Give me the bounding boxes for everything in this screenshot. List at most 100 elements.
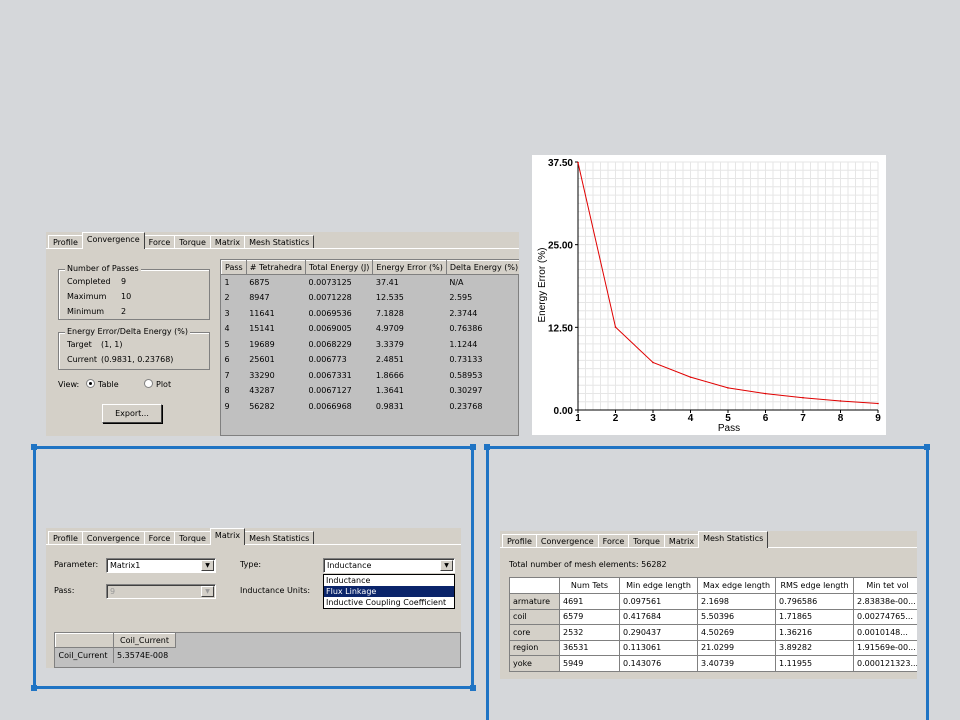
table-cell: 36531 — [559, 639, 620, 656]
table-row[interactable]: 8 43287 0.0067127 1.3641 0.30297 — [222, 383, 520, 399]
tab-matrix[interactable]: Matrix — [209, 528, 246, 545]
table-cell: 0.0069536 — [308, 308, 352, 318]
table-cell: 1.11955 — [775, 655, 854, 672]
type-option-inductance[interactable]: Inductance — [324, 575, 454, 586]
tab-matrix[interactable]: Matrix — [209, 235, 246, 249]
table-row[interactable]: core 2532 0.290437 4.50269 1.36216 0.0010148.… — [509, 624, 917, 641]
chevron-down-icon: ▼ — [201, 586, 214, 597]
column-header[interactable]: Min edge length — [619, 577, 698, 594]
view-table-radio[interactable]: Table — [86, 379, 119, 389]
chevron-down-icon[interactable]: ▼ — [440, 560, 453, 571]
table-cell: 2.3744 — [449, 308, 478, 318]
x-tick-label: 6 — [763, 413, 769, 424]
frame-handle — [924, 444, 930, 450]
row-header: core — [509, 624, 560, 641]
completed-label: Completed — [67, 277, 111, 286]
tab-force[interactable]: Force — [143, 235, 176, 249]
column-header-coil-current: Coil_Current — [113, 633, 176, 648]
total-mesh-elements: Total number of mesh elements: 56282 — [509, 560, 667, 569]
table-row[interactable]: 4 15141 0.0069005 4.9709 0.76386 — [222, 321, 520, 337]
data-point — [877, 402, 879, 405]
chevron-down-icon[interactable]: ▼ — [201, 560, 214, 571]
table-row[interactable]: 6 25601 0.006773 2.4851 0.73133 — [222, 352, 520, 368]
column-header[interactable]: RMS edge length — [775, 577, 854, 594]
x-tick-label: 9 — [875, 413, 881, 424]
maximum-value: 10 — [121, 292, 132, 301]
table-row[interactable]: 2 8947 0.0071228 12.535 2.595 — [222, 290, 520, 306]
column-header[interactable]: Min tet vol — [852, 577, 917, 594]
table-row[interactable]: region 36531 0.113061 21.0299 3.89282 1.91569… — [509, 639, 917, 656]
table-row[interactable]: coil 6579 0.417684 5.50396 1.71865 0.00274765… — [509, 608, 917, 625]
table-cell: 3.40739 — [697, 655, 776, 672]
table-row[interactable]: 9 56282 0.0066968 0.9831 0.23768 — [222, 399, 520, 415]
pass-label: Pass: — [54, 586, 75, 595]
column-header[interactable] — [509, 577, 560, 594]
table-row[interactable]: 5 19689 0.0068229 3.3379 1.1244 — [222, 337, 520, 353]
parameter-select[interactable]: Matrix1 ▼ — [106, 558, 216, 573]
passes-group: Number of Passes Completed 9 Maximum 10 … — [58, 264, 210, 320]
x-tick-label: 8 — [838, 413, 844, 424]
tab-convergence[interactable]: Convergence — [81, 232, 145, 249]
column-header[interactable]: Total Energy (J) — [304, 260, 374, 275]
table-row[interactable]: 3 11641 0.0069536 7.1828 2.3744 — [222, 306, 520, 322]
column-header[interactable]: # Tetrahedra — [245, 260, 307, 275]
current-label: Current — [67, 355, 98, 364]
type-select[interactable]: Inductance ▼ — [323, 558, 455, 573]
type-option-coupling-coefficient[interactable]: Inductive Coupling Coefficient — [324, 597, 454, 608]
export-button[interactable]: Export... — [102, 404, 162, 423]
table-cell: 1 — [224, 278, 230, 287]
tab-convergence[interactable]: Convergence — [535, 534, 599, 548]
table-cell: 7 — [224, 370, 230, 380]
table-cell: 0.006773 — [308, 355, 347, 365]
tab-mesh-statistics[interactable]: Mesh Statistics — [244, 531, 315, 545]
type-dropdown-list: Inductance Flux Linkage Inductive Coupli… — [323, 574, 455, 609]
row-header: region — [509, 639, 560, 656]
tab-strip: Profile Convergence Force Torque Matrix … — [46, 232, 315, 249]
table-row[interactable]: 7 33290 0.0067331 1.8666 0.58953 — [222, 368, 520, 384]
table-cell: 0.76386 — [449, 324, 483, 334]
chart-svg: 0.0012.5025.0037.501 2 3 4 5 6 7 8 9 Pass Energy… — [537, 158, 881, 434]
tab-mesh-statistics[interactable]: Mesh Statistics — [244, 235, 315, 249]
table-row[interactable]: 1 6875 0.0073125 37.41 N/A — [222, 275, 520, 291]
y-tick-label: 37.50 — [548, 158, 573, 169]
tab-matrix[interactable]: Matrix — [663, 534, 700, 548]
column-header[interactable]: Max edge length — [697, 577, 776, 594]
type-option-flux-linkage[interactable]: Flux Linkage — [324, 586, 454, 597]
column-header[interactable]: Energy Error (%) — [372, 260, 447, 275]
tab-force[interactable]: Force — [597, 534, 630, 548]
table-cell: 3 — [224, 308, 230, 318]
mesh-grid: Num Tets Min edge length Max edge length RM… — [509, 577, 917, 672]
table-cell: 4.9709 — [375, 324, 404, 334]
corner-header-cell — [55, 633, 114, 648]
table-cell: 25601 — [249, 355, 275, 365]
table-cell: 33290 — [249, 370, 275, 380]
tab-torque[interactable]: Torque — [628, 534, 665, 548]
x-tick-label: 2 — [613, 413, 619, 424]
matrix-value-cell[interactable]: 5.3574E-008 — [114, 648, 176, 664]
table-cell: 8947 — [249, 293, 270, 303]
table-cell: 0.0068229 — [308, 339, 352, 349]
tab-profile[interactable]: Profile — [502, 534, 537, 548]
tab-mesh-statistics[interactable]: Mesh Statistics — [698, 531, 769, 548]
frame-handle — [470, 444, 476, 450]
tab-torque[interactable]: Torque — [174, 235, 211, 249]
table-cell: 1.71865 — [775, 608, 854, 625]
table-row[interactable]: yoke 5949 0.143076 3.40739 1.11955 0.00012132… — [509, 655, 917, 672]
tab-profile[interactable]: Profile — [48, 531, 83, 545]
view-plot-radio[interactable]: Plot — [144, 379, 171, 389]
tab-force[interactable]: Force — [143, 531, 176, 545]
table-cell: 9 — [224, 401, 230, 411]
column-header[interactable]: Pass — [221, 260, 247, 275]
tab-profile[interactable]: Profile — [48, 235, 83, 249]
column-header[interactable]: Delta Energy (%) — [445, 260, 519, 275]
tab-torque[interactable]: Torque — [174, 531, 211, 545]
table-row[interactable]: armature 4691 0.097561 2.1698 0.796586 2.8383… — [509, 593, 917, 610]
table-cell: 1.3641 — [375, 386, 404, 396]
tab-convergence[interactable]: Convergence — [81, 531, 145, 545]
table-cell: 0.000121323... — [852, 655, 917, 672]
energy-group: Energy Error/Delta Energy (%) Target (1,… — [58, 327, 210, 370]
table-cell: 7.1828 — [375, 308, 404, 318]
column-header[interactable]: Num Tets — [559, 577, 620, 594]
y-tick-label: 12.50 — [548, 323, 573, 334]
table-cell: 11641 — [249, 308, 275, 318]
